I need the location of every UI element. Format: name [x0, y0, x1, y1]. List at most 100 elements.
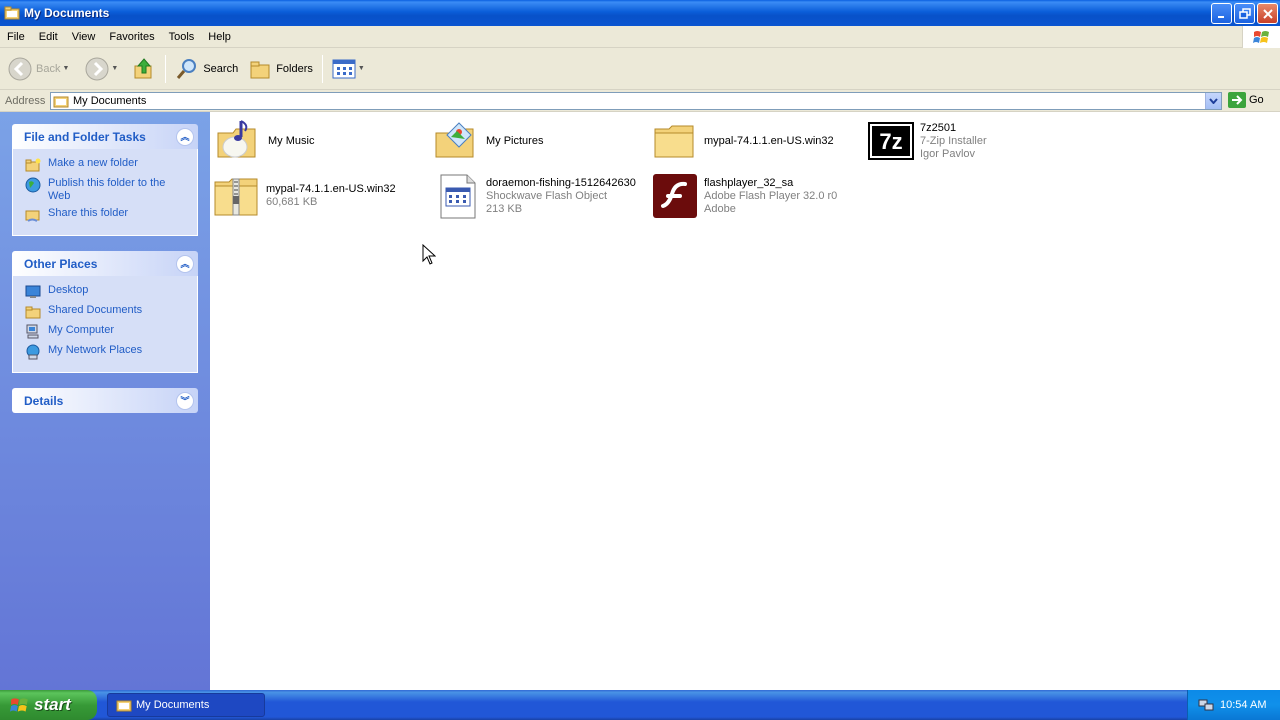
file-item-flashplayer[interactable]: flashplayer_32_sa Adobe Flash Player 32.… — [651, 169, 861, 223]
file-name: flashplayer_32_sa — [704, 176, 794, 189]
forward-button[interactable]: ▼ — [81, 51, 122, 87]
file-folder-tasks-header[interactable]: File and Folder Tasks ︽ — [12, 124, 198, 149]
system-tray: 10:54 AM — [1187, 690, 1280, 720]
address-label: Address — [5, 94, 46, 107]
windows-flag-icon — [10, 698, 28, 712]
restore-icon — [1238, 7, 1251, 19]
file-item-mypal-folder[interactable]: mypal-74.1.1.en-US.win32 — [651, 114, 861, 168]
file-folder-tasks-panel: File and Folder Tasks ︽ Make a new folde… — [12, 124, 198, 236]
file-type: Adobe Flash Player 32.0 r0 — [704, 189, 838, 202]
search-icon — [177, 58, 197, 79]
go-button[interactable]: Go — [1228, 92, 1264, 108]
file-name: doraemon-fishing-1512642630 — [486, 176, 636, 189]
collapse-chevron-icon[interactable]: ︽ — [176, 127, 194, 146]
up-folder-icon — [134, 57, 152, 78]
music-folder-icon — [217, 120, 256, 158]
folders-icon — [250, 61, 270, 78]
file-name: My Music — [268, 134, 315, 147]
back-dropdown-icon[interactable]: ▼ — [62, 65, 69, 72]
file-name: 7z2501 — [920, 121, 957, 134]
zip-folder-icon — [214, 178, 258, 216]
address-bar: Address My Documents Go — [0, 90, 1280, 112]
address-dropdown-button[interactable] — [1205, 93, 1221, 109]
views-icon — [332, 59, 356, 78]
task-make-new-folder[interactable]: Make a new folder — [25, 157, 187, 173]
toolbar-separator — [321, 54, 323, 83]
file-list-view[interactable]: My Music My Pictures mypal-74.1.1.en-US.… — [210, 112, 1280, 690]
folder-icon — [25, 306, 41, 319]
details-panel: Details ︾ — [12, 388, 198, 413]
windows-logo — [1242, 26, 1280, 48]
other-places-header[interactable]: Other Places ︽ — [12, 251, 198, 276]
other-places-panel: Other Places ︽ Desktop Shared Documents … — [12, 251, 198, 373]
menu-favorites[interactable]: Favorites — [102, 26, 161, 48]
file-item-my-music[interactable]: My Music — [215, 114, 425, 168]
share-folder-icon — [25, 210, 40, 222]
swf-file-icon — [440, 174, 476, 219]
views-button[interactable]: ▼ — [328, 51, 369, 87]
7zip-icon: 7z — [868, 122, 914, 160]
clock[interactable]: 10:54 AM — [1220, 699, 1266, 711]
file-name: mypal-74.1.1.en-US.win32 — [266, 183, 396, 195]
file-item-doraemon-swf[interactable]: doraemon-fishing-1512642630 Shockwave Fl… — [433, 169, 643, 223]
taskbar: start My Documents 10:54 AM — [0, 690, 1280, 720]
svg-text:7z: 7z — [879, 129, 902, 154]
go-arrow-icon — [1228, 92, 1246, 108]
title-bar[interactable]: My Documents — [0, 0, 1280, 26]
minimize-icon — [1217, 15, 1224, 18]
file-item-mypal-zip[interactable]: mypal-74.1.1.en-US.win32 60,681 KB — [213, 169, 423, 223]
flash-player-icon — [653, 174, 697, 218]
menu-edit[interactable]: Edit — [32, 26, 65, 48]
close-icon — [1262, 8, 1273, 19]
desktop-icon — [25, 285, 41, 298]
folders-button[interactable]: Folders — [244, 51, 317, 87]
file-size: 60,681 KB — [266, 196, 318, 208]
window-title: My Documents — [24, 6, 110, 20]
network-status-icon[interactable] — [1198, 697, 1214, 713]
minimize-button[interactable] — [1211, 3, 1232, 24]
windows-flag-icon — [1252, 31, 1269, 43]
file-name: My Pictures — [486, 134, 544, 147]
file-name: mypal-74.1.1.en-US.win32 — [704, 134, 834, 147]
toolbar-separator — [165, 54, 167, 83]
address-input[interactable]: My Documents — [50, 92, 1222, 110]
start-button[interactable]: start — [0, 690, 97, 720]
address-value: My Documents — [73, 95, 147, 107]
collapse-chevron-icon[interactable]: ︽ — [176, 254, 194, 273]
search-button[interactable]: Search — [171, 51, 242, 87]
place-my-network-places[interactable]: My Network Places — [25, 344, 187, 360]
forward-arrow-icon — [85, 57, 109, 80]
forward-dropdown-icon[interactable]: ▼ — [111, 65, 118, 72]
file-type: Shockwave Flash Object — [486, 189, 608, 202]
mouse-cursor-icon — [422, 244, 436, 265]
place-desktop[interactable]: Desktop — [25, 284, 187, 300]
file-item-7z2501[interactable]: 7z 7z2501 7-Zip Installer Igor Pavlov — [867, 114, 1077, 168]
taskbar-window-my-documents[interactable]: My Documents — [107, 693, 265, 717]
place-shared-documents[interactable]: Shared Documents — [25, 304, 187, 320]
close-button[interactable] — [1257, 3, 1278, 24]
task-share-folder[interactable]: Share this folder — [25, 207, 187, 223]
folder-window-icon — [116, 700, 132, 712]
network-icon — [26, 344, 40, 360]
menu-view[interactable]: View — [65, 26, 103, 48]
globe-icon — [25, 177, 41, 193]
back-arrow-icon — [8, 57, 32, 80]
details-header[interactable]: Details ︾ — [12, 388, 198, 413]
folder-window-icon — [4, 6, 20, 20]
folder-icon — [654, 125, 694, 158]
back-button[interactable]: Back ▼ — [4, 51, 73, 87]
new-folder-icon — [25, 158, 41, 172]
place-my-computer[interactable]: My Computer — [25, 324, 187, 340]
views-dropdown-icon[interactable]: ▼ — [358, 65, 365, 72]
up-folder-button[interactable] — [128, 51, 160, 87]
restore-button[interactable] — [1234, 3, 1255, 24]
computer-icon — [26, 324, 39, 339]
task-publish-web[interactable]: Publish this folder to the Web — [25, 177, 187, 203]
file-item-my-pictures[interactable]: My Pictures — [433, 114, 643, 168]
pictures-folder-icon — [435, 122, 474, 158]
menu-file[interactable]: File — [0, 26, 32, 48]
file-type: 7-Zip Installer — [920, 134, 987, 147]
menu-help[interactable]: Help — [201, 26, 238, 48]
menu-tools[interactable]: Tools — [162, 26, 202, 48]
expand-chevron-icon[interactable]: ︾ — [176, 391, 194, 410]
